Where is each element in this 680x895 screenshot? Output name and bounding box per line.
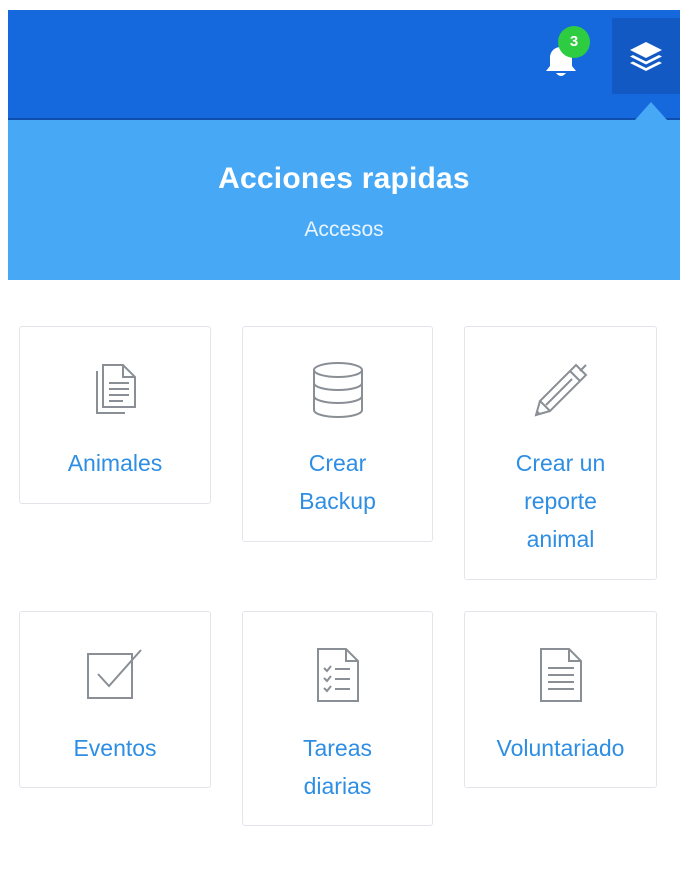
pen-icon [534,363,587,417]
panel-title: Acciones rapidas [218,162,470,195]
tile-label: Animales [67,450,163,476]
tile-animales[interactable]: Animales [19,326,211,504]
documents-icon [96,364,136,414]
dropdown-caret [635,102,667,120]
tile-label: Crear Backup [299,450,376,514]
tile-tareas-diarias[interactable]: Tareas diarias [242,611,433,826]
panel-subtitle: Accesos [304,218,384,241]
tile-label: Eventos [73,735,157,761]
notification-count-badge: 3 [558,26,590,58]
tile-label: Tareas diarias [302,735,373,799]
database-icon [312,362,363,419]
quick-actions-button[interactable] [612,18,680,94]
layers-icon [630,42,662,71]
tile-crear-backup[interactable]: Crear Backup [242,326,433,542]
checklist-icon [316,648,359,702]
tile-crear-reporte-animal[interactable]: Crear un reporte animal [464,326,657,580]
tile-voluntariado[interactable]: Voluntariado [464,611,657,788]
document-icon [539,648,582,702]
panel-header: Acciones rapidas Accesos [8,120,680,280]
checkbox-icon [87,649,142,699]
tile-label: Crear un reporte animal [515,450,606,552]
tile-eventos[interactable]: Eventos [19,611,211,788]
tile-label: Voluntariado [496,735,625,761]
